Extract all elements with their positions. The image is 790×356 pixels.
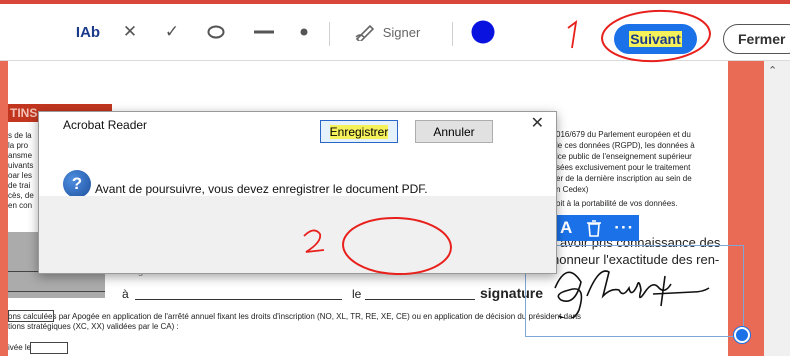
circle-annotation-save [342, 216, 452, 276]
red-annotations [303, 9, 711, 276]
number-two-annotation [303, 229, 325, 253]
circle-annotation-next [601, 9, 711, 63]
number-one-annotation [567, 19, 578, 49]
